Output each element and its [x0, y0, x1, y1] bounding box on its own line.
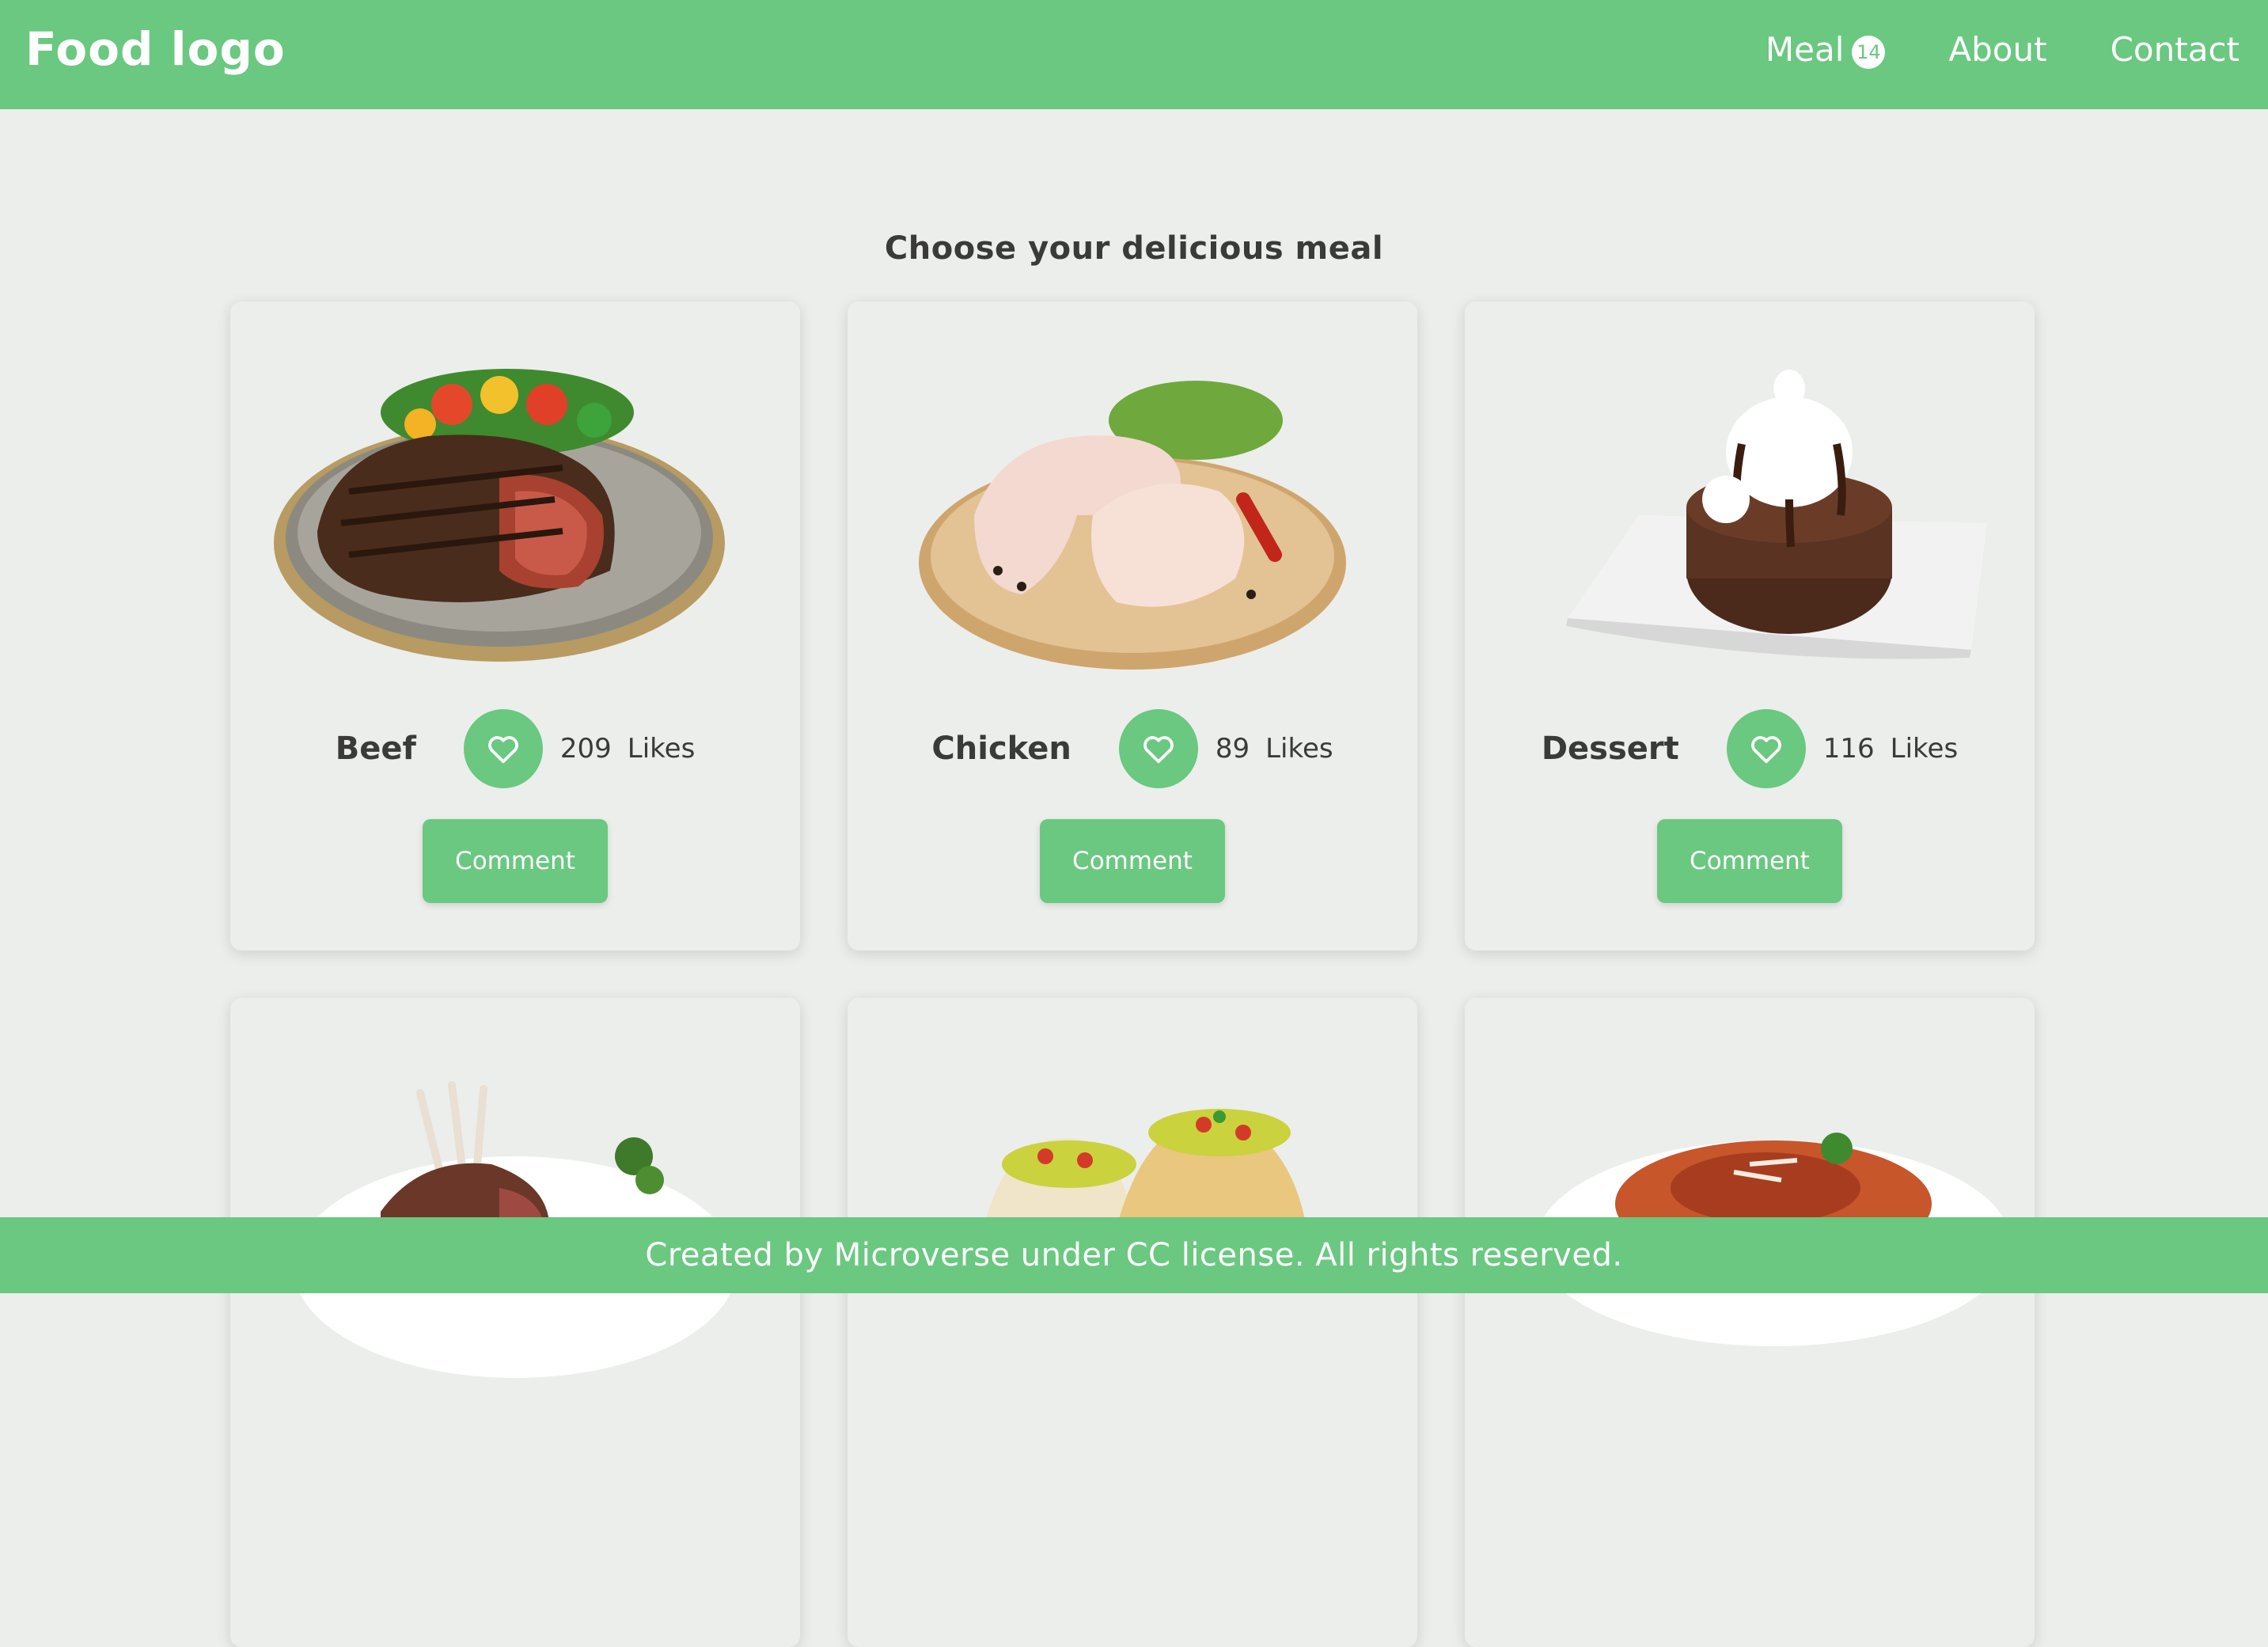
- nav-item-contact[interactable]: Contact: [2111, 30, 2240, 69]
- nav-item-about[interactable]: About: [1948, 30, 2046, 69]
- section-title: Choose your delicious meal: [884, 230, 1384, 268]
- meal-image-dessert: [1566, 370, 1987, 659]
- nav-item-meal[interactable]: Meal 14: [1765, 30, 1886, 69]
- meal-count-badge: 14: [1852, 35, 1886, 69]
- meal-card-chicken: Chicken 89 Likes Comment: [848, 302, 1417, 951]
- likes-count: 209: [559, 733, 612, 765]
- like-button[interactable]: [1118, 709, 1198, 788]
- meal-name: Beef: [335, 731, 416, 767]
- meal-image-pasta: [1536, 1133, 2003, 1346]
- likes-label: Likes: [1265, 733, 1333, 765]
- like-button[interactable]: [1726, 709, 1806, 788]
- likes-label: Likes: [627, 733, 696, 765]
- comment-button[interactable]: Comment: [423, 819, 608, 903]
- nav-item-contact-label: Contact: [2110, 30, 2240, 69]
- meal-image-tacos: [982, 1109, 1307, 1235]
- meal-card-dessert: Dessert 116 Likes Comment: [1465, 302, 2035, 951]
- meal-image-beef: [274, 369, 725, 662]
- nav-item-about-label: About: [1948, 30, 2047, 69]
- heart-icon: [487, 736, 518, 764]
- heart-icon: [1143, 736, 1174, 764]
- likes-label: Likes: [1890, 733, 1959, 765]
- comment-button[interactable]: Comment: [1657, 819, 1842, 903]
- meal-name: Chicken: [931, 731, 1071, 767]
- meal-card-beef: Beef 209 Likes Comment: [230, 302, 800, 951]
- meal-grid: Beef 209 Likes Comment Chicken 89 Likes …: [230, 302, 2035, 1647]
- meal-card-tacos: [848, 998, 1417, 1647]
- site-footer: Created by Microverse under CC license. …: [0, 1217, 2268, 1293]
- comment-button[interactable]: Comment: [1040, 819, 1225, 903]
- main-nav: Meal 14 About Contact: [1765, 30, 2240, 69]
- nav-item-meal-label: Meal: [1765, 30, 1845, 69]
- meal-name: Dessert: [1541, 731, 1679, 767]
- likes-count: 116: [1822, 733, 1875, 765]
- meal-card-lamb: [230, 998, 800, 1647]
- site-header: Food logo Meal 14 About Contact: [0, 0, 2268, 109]
- site-logo[interactable]: Food logo: [25, 22, 286, 76]
- meal-info-row: Chicken 89 Likes: [848, 709, 1417, 788]
- meal-image-lamb: [294, 1081, 737, 1378]
- heart-icon: [1750, 736, 1781, 764]
- likes-count: 89: [1215, 733, 1250, 765]
- like-button[interactable]: [463, 709, 543, 788]
- meal-info-row: Beef 209 Likes: [230, 709, 800, 788]
- meal-image-chicken: [919, 381, 1346, 670]
- meal-card-pasta: [1465, 998, 2035, 1647]
- meal-info-row: Dessert 116 Likes: [1465, 709, 2035, 788]
